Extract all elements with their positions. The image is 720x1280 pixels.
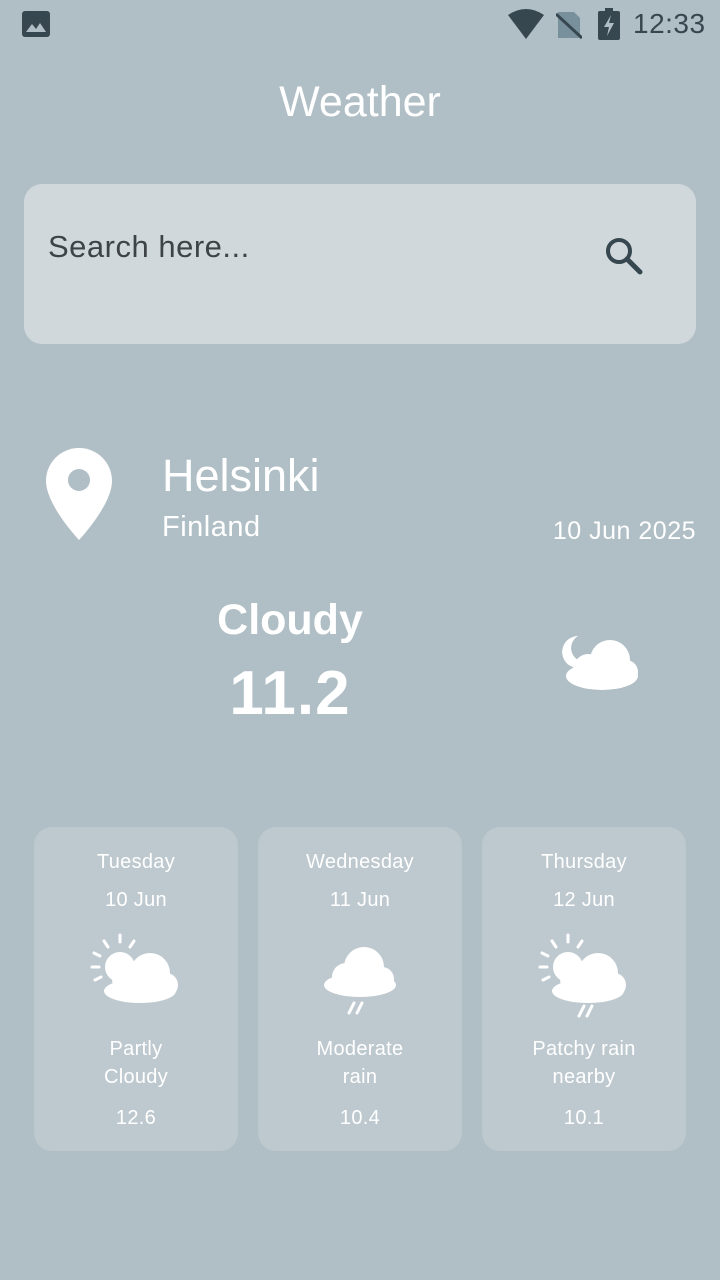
- forecast-day: Tuesday: [96, 851, 176, 873]
- battery-charging-icon: [598, 8, 620, 40]
- page-title: Weather: [279, 78, 441, 126]
- forecast-day: Thursday: [541, 851, 627, 873]
- forecast-card[interactable]: Wednesday 11 Jun Moderate rain 10.4: [258, 827, 462, 1151]
- forecast-temperature: 10.1: [563, 1107, 605, 1129]
- forecast-condition: Partly Cloudy: [103, 1038, 169, 1088]
- wifi-icon: [508, 9, 544, 39]
- country-name: Finland: [162, 511, 261, 543]
- status-bar: 12:33: [0, 0, 720, 50]
- forecast-day: Wednesday: [306, 851, 414, 873]
- current-date: 10 Jun 2025: [552, 517, 696, 545]
- forecast-condition: Patchy rain nearby: [532, 1038, 636, 1088]
- location-pin-icon: [46, 448, 112, 540]
- partly-cloudy-icon: [90, 933, 178, 1003]
- forecast-date: 10 Jun: [105, 889, 167, 911]
- rain-cloud-icon: [324, 947, 396, 1015]
- forecast-date: 11 Jun: [329, 889, 391, 911]
- forecast-temperature: 12.6: [115, 1107, 157, 1129]
- search-box[interactable]: [24, 184, 696, 344]
- status-time: 12:33: [633, 8, 706, 39]
- forecast-condition: Moderate rain: [316, 1038, 404, 1088]
- forecast-card[interactable]: Thursday 12 Jun Patchy rain nearby 10.1: [482, 827, 686, 1151]
- gallery-icon: [22, 11, 50, 37]
- cloudy-night-icon: [562, 636, 638, 690]
- current-temperature: 11.2: [229, 659, 351, 728]
- sun-cloud-rain-icon: [538, 933, 626, 1018]
- no-sim-icon: [556, 12, 582, 40]
- forecast-card[interactable]: Tuesday 10 Jun Partly Cloudy 12.6: [34, 827, 238, 1151]
- forecast-temperature: 10.4: [339, 1107, 381, 1129]
- search-icon[interactable]: [602, 234, 646, 278]
- current-condition: Cloudy: [217, 596, 363, 644]
- search-input[interactable]: [48, 224, 568, 270]
- city-name: Helsinki: [162, 450, 320, 501]
- forecast-date: 12 Jun: [553, 889, 615, 911]
